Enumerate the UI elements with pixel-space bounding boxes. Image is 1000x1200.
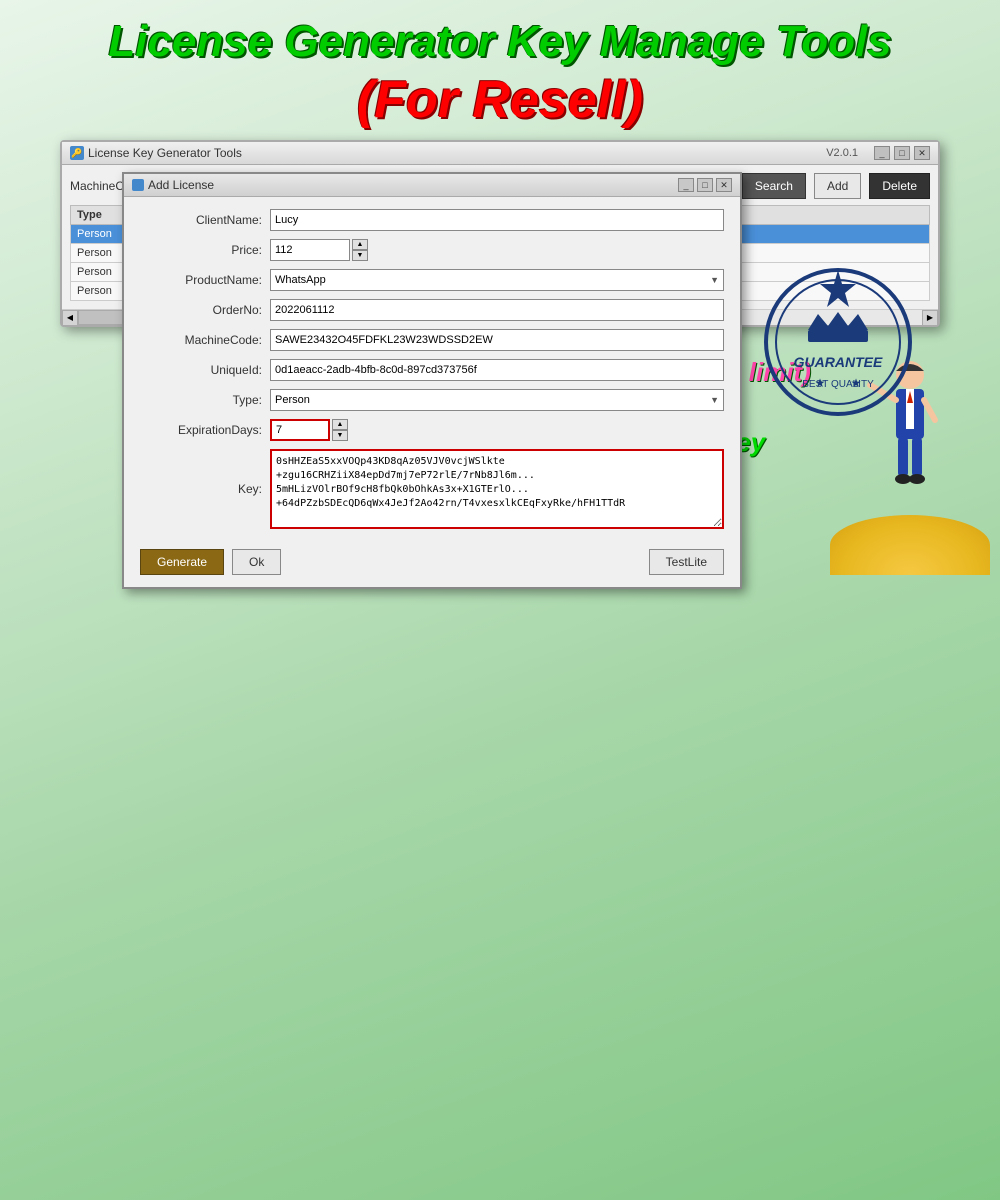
client-name-label: ClientName: (140, 213, 270, 227)
price-label: Price: (140, 243, 270, 257)
add-button[interactable]: Add (814, 173, 861, 199)
unique-id-row: UniqueId: (140, 359, 724, 381)
price-spinner: ▲ ▼ (352, 239, 368, 261)
dialog-titlebar: Add License _ □ ✕ (124, 174, 740, 197)
scroll-left-arrow[interactable]: ◀ (62, 310, 78, 326)
machine-code-dialog-label: MachineCode: (140, 333, 270, 347)
price-row: Price: ▲ ▼ (140, 239, 724, 261)
titlebar-left: 🔑 License Key Generator Tools (70, 146, 242, 160)
dialog-controls: _ □ ✕ (678, 178, 732, 192)
delete-button[interactable]: Delete (869, 173, 930, 199)
order-no-row: OrderNo: (140, 299, 724, 321)
svg-text:BEST QUALITY: BEST QUALITY (802, 379, 874, 390)
main-window-titlebar: 🔑 License Key Generator Tools V2.0.1 _ □… (62, 142, 938, 165)
header-title-line2: (For Resell) (20, 70, 980, 130)
product-name-label: ProductName: (140, 273, 270, 287)
dialog-restore-button[interactable]: □ (697, 178, 713, 192)
type-value: Person (275, 394, 310, 406)
window-icon: 🔑 (70, 146, 84, 160)
titlebar-controls: _ □ ✕ (874, 146, 930, 160)
search-button[interactable]: Search (742, 173, 806, 199)
main-window: 🔑 License Key Generator Tools V2.0.1 _ □… (60, 140, 940, 327)
unique-id-label: UniqueId: (140, 363, 270, 377)
machine-code-dialog-input[interactable] (270, 329, 724, 351)
order-no-input[interactable] (270, 299, 724, 321)
price-input[interactable] (270, 239, 350, 261)
svg-text:★: ★ (851, 376, 862, 390)
type-select[interactable]: Person ▼ (270, 389, 724, 411)
key-textarea[interactable]: 0sHHZEaS5xxVOQp43KD8qAz05VJV0vcjWSlkte +… (270, 449, 724, 529)
key-label: Key: (140, 482, 270, 496)
svg-text:GUARANTEE: GUARANTEE (794, 354, 883, 370)
add-license-dialog: Add License _ □ ✕ ClientName: Price: ▲ ▼ (122, 172, 742, 589)
expiration-days-row: ExpirationDays: ▲ ▼ (140, 419, 724, 441)
price-up-button[interactable]: ▲ (352, 239, 368, 250)
dropdown-arrow-icon: ▼ (710, 275, 719, 285)
minimize-button[interactable]: _ (874, 146, 890, 160)
type-dropdown-arrow-icon: ▼ (710, 395, 719, 405)
expiration-days-control: ▲ ▼ (270, 419, 348, 441)
guarantee-badge: GUARANTEE ★ BEST QUALITY ★ (758, 262, 918, 422)
expiration-down-button[interactable]: ▼ (332, 430, 348, 441)
key-row: Key: 0sHHZEaS5xxVOQp43KD8qAz05VJV0vcjWSl… (140, 449, 724, 529)
client-name-row: ClientName: (140, 209, 724, 231)
scroll-right-arrow[interactable]: ▶ (922, 310, 938, 326)
test-lite-button[interactable]: TestLite (649, 549, 724, 575)
window-title: License Key Generator Tools (88, 146, 242, 160)
dialog-close-button[interactable]: ✕ (716, 178, 732, 192)
expiration-days-input[interactable] (270, 419, 330, 441)
dialog-title: Add License (148, 178, 214, 192)
restore-button[interactable]: □ (894, 146, 910, 160)
header-title-line1: License Generator Key Manage Tools (20, 18, 980, 66)
price-down-button[interactable]: ▼ (352, 250, 368, 261)
machine-code-dialog-row: MachineCode: (140, 329, 724, 351)
dialog-minimize-button[interactable]: _ (678, 178, 694, 192)
product-name-select[interactable]: WhatsApp ▼ (270, 269, 724, 291)
dialog-titlebar-left: Add License (132, 178, 214, 192)
product-name-row: ProductName: WhatsApp ▼ (140, 269, 724, 291)
type-label: Type: (140, 393, 270, 407)
client-name-input[interactable] (270, 209, 724, 231)
expiration-spinner: ▲ ▼ (332, 419, 348, 441)
close-button[interactable]: ✕ (914, 146, 930, 160)
unique-id-input[interactable] (270, 359, 724, 381)
dialog-footer: Generate Ok TestLite (124, 549, 740, 587)
window-version: V2.0.1 (826, 147, 858, 159)
ok-button[interactable]: Ok (232, 549, 281, 575)
dialog-body: ClientName: Price: ▲ ▼ ProductName: What… (124, 197, 740, 549)
expiration-up-button[interactable]: ▲ (332, 419, 348, 430)
expiration-days-label: ExpirationDays: (140, 423, 270, 437)
order-no-label: OrderNo: (140, 303, 270, 317)
product-name-value: WhatsApp (275, 274, 326, 286)
generate-button[interactable]: Generate (140, 549, 224, 575)
type-row: Type: Person ▼ (140, 389, 724, 411)
dialog-icon (132, 179, 144, 191)
page-header: License Generator Key Manage Tools (For … (0, 0, 1000, 140)
